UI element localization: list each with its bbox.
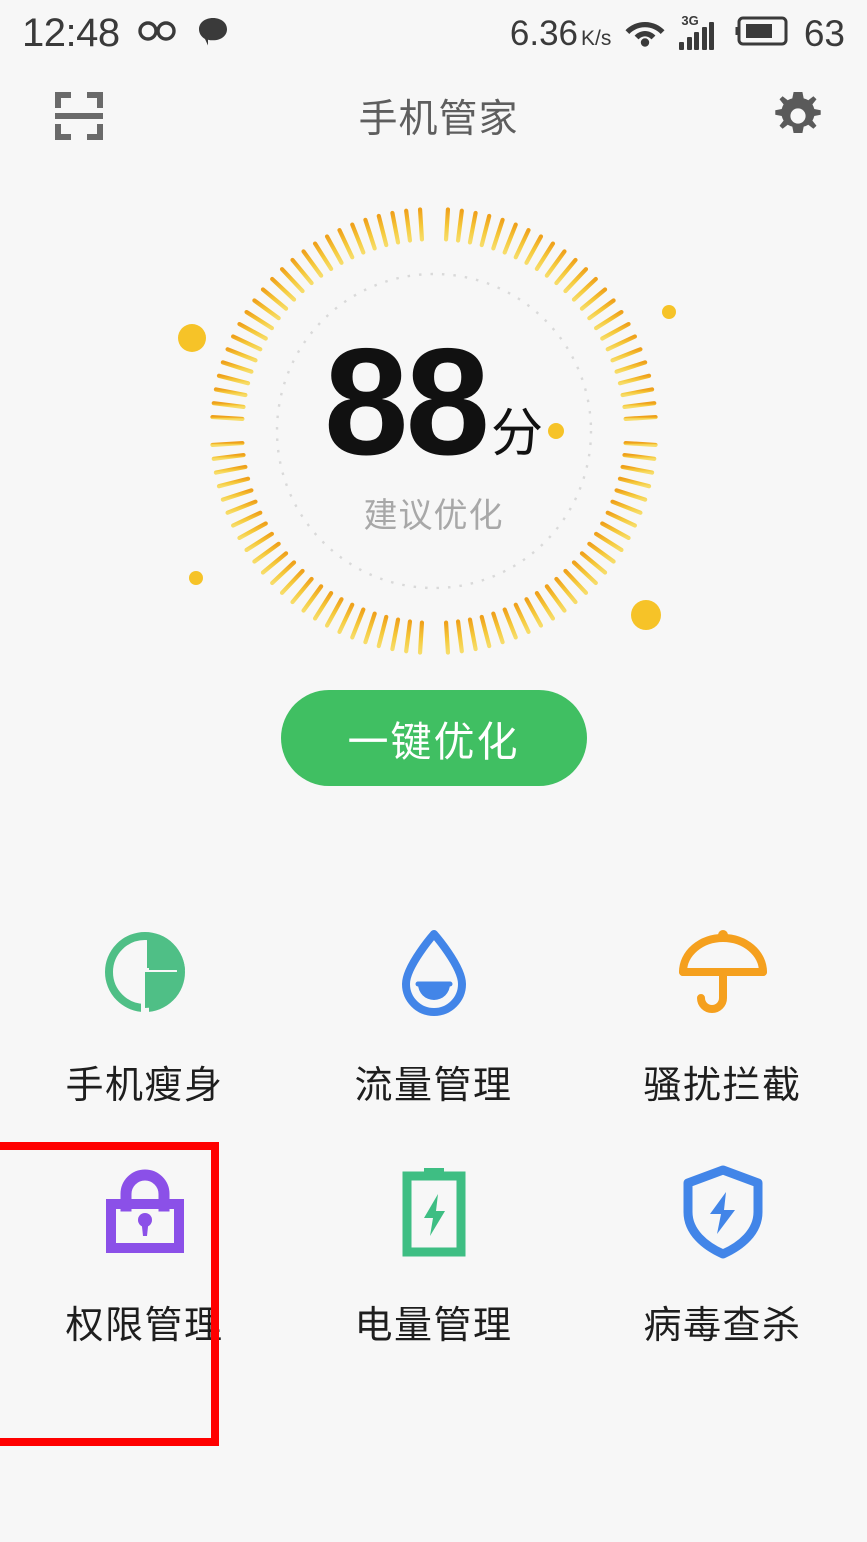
optimize-button-area: 一键优化 xyxy=(0,690,867,786)
one-click-optimize-button[interactable]: 一键优化 xyxy=(280,690,587,786)
network-speed-unit: K/s xyxy=(581,26,612,50)
padlock-icon xyxy=(102,1164,188,1260)
tile-data-management[interactable]: 流量管理 xyxy=(289,894,578,1130)
status-bar-left: 12:48 xyxy=(22,13,230,53)
decorative-dot xyxy=(548,423,564,439)
clock: 12:48 xyxy=(22,11,120,55)
battery-percentage: 63 xyxy=(803,12,845,54)
tile-harassment-blocking[interactable]: 骚扰拦截 xyxy=(578,894,867,1130)
gear-icon[interactable] xyxy=(767,85,829,147)
infinity-icon xyxy=(136,17,180,50)
tile-battery-manager[interactable]: 电量管理 xyxy=(289,1134,578,1370)
decorative-dot xyxy=(189,571,203,585)
page-title: 手机管家 xyxy=(358,98,519,141)
cellular-signal-icon: 3G xyxy=(679,13,722,50)
tile-permission-manager[interactable]: 权限管理 xyxy=(0,1134,289,1446)
scan-icon[interactable] xyxy=(48,85,110,147)
umbrella-icon xyxy=(675,924,771,1020)
network-speed: 6.36 K/s xyxy=(510,16,611,51)
tile-label: 手机瘦身 xyxy=(65,1065,224,1107)
feature-tile-grid: 手机瘦身 流量管理 骚扰拦截权限管理 电量管理 病毒查杀 xyxy=(0,894,867,1446)
tile-label: 病毒查杀 xyxy=(643,1305,802,1347)
score-gauge-area: 88 分 建议优化 xyxy=(0,166,867,696)
battery-icon xyxy=(735,14,791,53)
tile-virus-scan[interactable]: 病毒查杀 xyxy=(578,1134,867,1370)
status-bar-right: 6.36 K/s 3G 63 xyxy=(510,14,845,53)
app-header: 手机管家 xyxy=(0,66,867,166)
wifi-icon xyxy=(624,15,666,52)
decorative-dot xyxy=(178,324,206,352)
tile-label: 流量管理 xyxy=(354,1065,513,1107)
tile-phone-slimming[interactable]: 手机瘦身 xyxy=(0,894,289,1130)
pie-chart-icon xyxy=(99,924,191,1020)
tile-label: 权限管理 xyxy=(65,1305,224,1347)
tile-label: 骚扰拦截 xyxy=(643,1065,802,1107)
tile-label: 电量管理 xyxy=(354,1305,513,1347)
decorative-dot xyxy=(662,305,676,319)
status-bar: 12:48 6.36 K/s 3G 63 xyxy=(0,0,867,66)
decorative-dot xyxy=(631,600,661,630)
battery-bolt-icon xyxy=(394,1164,474,1260)
chat-bubble-icon xyxy=(196,14,230,53)
shield-bolt-icon xyxy=(678,1164,768,1260)
network-speed-value: 6.36 xyxy=(509,13,578,53)
decorative-dots xyxy=(0,166,867,696)
water-drop-icon xyxy=(388,924,480,1020)
signal-generation-label: 3G xyxy=(681,13,699,28)
